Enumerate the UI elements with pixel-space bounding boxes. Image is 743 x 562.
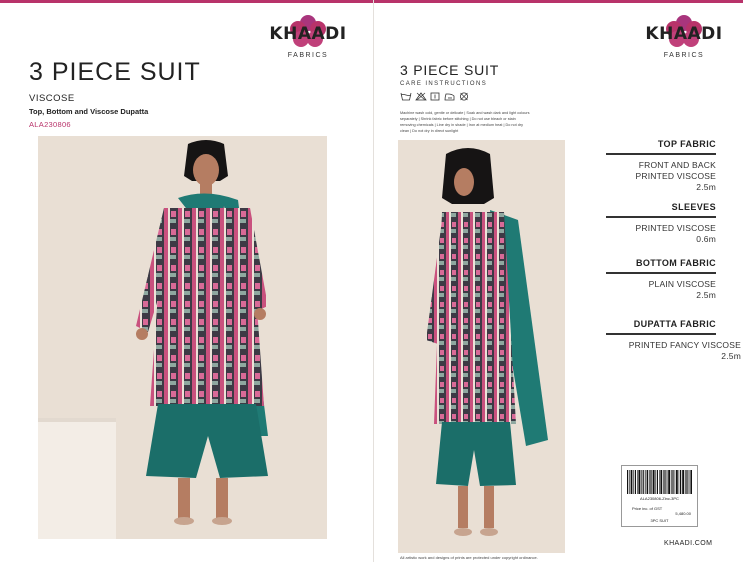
care-text: Machine wash cold, gentle or delicate | … xyxy=(400,111,530,133)
wash-30-icon xyxy=(400,92,412,101)
spec-heading: TOP FABRIC xyxy=(657,139,716,149)
spec-quantity: 2.5m xyxy=(696,182,716,192)
product-title-right: 3 PIECE SUIT xyxy=(400,62,500,78)
brand-sub: FABRICS xyxy=(663,52,705,59)
model-photo-back xyxy=(398,140,565,553)
barcode-icon xyxy=(627,470,692,494)
spec-sleeves: SLEEVES PRINTED VISCOSE 0.6m xyxy=(586,202,716,245)
tag-price: 5,480.00 xyxy=(675,511,691,516)
spec-line: PRINTED VISCOSE xyxy=(635,171,716,181)
care-instructions-label: CARE INSTRUCTIONS xyxy=(400,81,488,87)
spec-line: PRINTED FANCY VISCOSE xyxy=(628,340,741,350)
spec-quantity: 0.6m xyxy=(696,234,716,244)
product-title: 3 PIECE SUIT xyxy=(29,58,201,86)
brand-sub: FABRICS xyxy=(287,52,329,59)
spec-line: PLAIN VISCOSE xyxy=(648,279,716,289)
spec-quantity: 2.5m xyxy=(721,351,741,361)
spec-line: PRINTED VISCOSE xyxy=(635,223,716,233)
spec-rule xyxy=(606,333,716,335)
tag-type: 3PC SUIT xyxy=(650,518,669,523)
spec-bottom-fabric: BOTTOM FABRIC PLAIN VISCOSE 2.5m xyxy=(586,258,716,301)
website-url: KHAADI.COM xyxy=(664,540,713,547)
article-code: ALA230806 xyxy=(29,120,71,129)
fabric-type: VISCOSE xyxy=(29,93,75,104)
model-photo-front xyxy=(38,136,327,539)
tag-price-label: Price inc. of GST xyxy=(632,506,663,511)
copyright-disclaimer: All artistic work and designs of prints … xyxy=(400,555,538,560)
brand-logo-right: KHAADI FABRICS xyxy=(644,14,724,59)
tag-sku: ALA230806-Zinc-3PC xyxy=(640,496,679,501)
brand-name: KHAADI xyxy=(645,24,723,44)
hang-dry-icon xyxy=(430,92,440,101)
spec-rule xyxy=(606,153,716,155)
no-dry-clean-icon xyxy=(460,92,468,101)
care-icons-row xyxy=(400,92,469,101)
page-divider xyxy=(373,0,374,562)
spec-quantity: 2.5m xyxy=(696,290,716,300)
brand-name: KHAADI xyxy=(269,24,347,44)
spec-top-fabric: TOP FABRIC FRONT AND BACK PRINTED VISCOS… xyxy=(586,139,716,193)
spec-rule xyxy=(606,216,716,218)
top-accent-bar xyxy=(0,0,743,3)
no-bleach-icon xyxy=(415,92,427,101)
price-tag: ALA230806-Zinc-3PC Price inc. of GST 5,4… xyxy=(621,465,698,527)
spec-line: FRONT AND BACK xyxy=(638,160,716,170)
pieces-description: Top, Bottom and Viscose Dupatta xyxy=(29,107,149,116)
spec-rule xyxy=(606,272,716,274)
brand-logo-left: KHAADI FABRICS xyxy=(268,14,348,59)
iron-medium-icon xyxy=(444,93,455,101)
spec-heading: BOTTOM FABRIC xyxy=(635,258,716,268)
spec-heading: SLEEVES xyxy=(671,202,716,212)
spec-dupatta-fabric: DUPATTA FABRIC PRINTED FANCY VISCOSE 2.5… xyxy=(586,319,741,362)
spec-heading: DUPATTA FABRIC xyxy=(633,319,716,329)
